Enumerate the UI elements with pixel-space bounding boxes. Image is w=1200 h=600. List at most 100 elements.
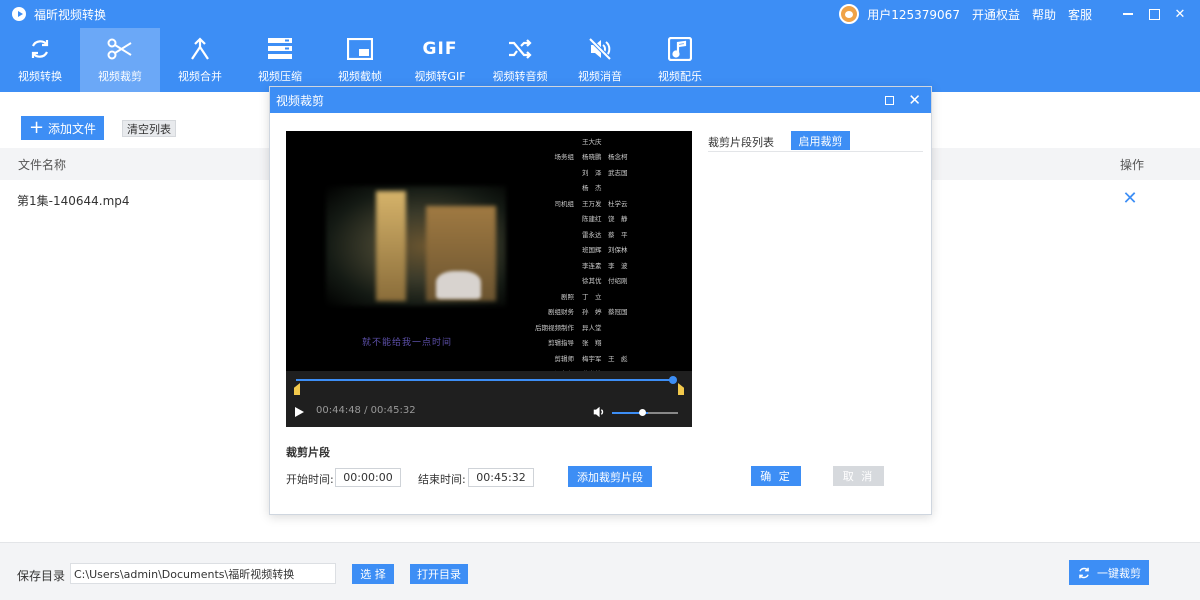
credit-row: 杨 杰 bbox=[534, 180, 684, 196]
dialog-maximize-icon[interactable] bbox=[885, 95, 895, 105]
end-time-field[interactable]: 00:45:32 bbox=[468, 468, 534, 487]
credit-row: 剧组财务孙 婷 蔡冠国 bbox=[534, 304, 684, 320]
footer-bar: 保存目录 选 择 打开目录 一键裁剪 bbox=[0, 542, 1200, 600]
credit-row: 后期视频制作 异人堂 bbox=[534, 319, 684, 335]
tool-video-gif[interactable]: GIF 视频转GIF bbox=[400, 28, 480, 92]
credit-row: 雷永达 蔡 平 bbox=[534, 226, 684, 242]
save-path-input[interactable] bbox=[70, 563, 336, 584]
credit-role: 司机组 bbox=[554, 199, 575, 208]
column-header-name: 文件名称 bbox=[18, 157, 67, 172]
plus-icon: + bbox=[28, 117, 45, 138]
video-cut-dialog: 视频裁剪 ✕ 就不能给我一点时间 王大庆 场务组 杨晓鹏 杨念柯刘 泽 武志国杨 杰… bbox=[269, 86, 932, 515]
credit-names: 张 翔 bbox=[582, 339, 602, 348]
enable-cut-button[interactable]: 启用裁剪 bbox=[791, 131, 850, 150]
scissors-icon bbox=[107, 36, 133, 62]
screen-icon bbox=[347, 36, 373, 62]
credit-names: 杨晓鹏 杨念柯 bbox=[582, 153, 628, 162]
one-key-cut-button[interactable]: 一键裁剪 bbox=[1069, 560, 1149, 585]
tool-video-compress[interactable]: 视频压缩 bbox=[240, 28, 320, 92]
add-segment-button[interactable]: 添加裁剪片段 bbox=[568, 466, 652, 487]
credit-names: 异人堂 bbox=[582, 323, 602, 332]
shuffle-icon bbox=[507, 36, 533, 62]
tool-video-merge[interactable]: 视频合并 bbox=[160, 28, 240, 92]
dialog-title: 视频裁剪 bbox=[276, 93, 325, 108]
play-icon[interactable] bbox=[295, 407, 304, 417]
progress-bar[interactable] bbox=[296, 379, 676, 381]
tool-video-frame[interactable]: 视频截帧 bbox=[320, 28, 400, 92]
choose-directory-button[interactable]: 选 择 bbox=[352, 564, 394, 584]
dialog-close-icon[interactable]: ✕ bbox=[908, 92, 921, 108]
credit-names: 陈建红 饶 静 bbox=[582, 215, 628, 224]
tool-video-music[interactable]: 视频配乐 bbox=[640, 28, 720, 92]
credit-row: 剪辑师 梅宇军 王 彪 bbox=[534, 350, 684, 366]
service-link[interactable]: 客服 bbox=[1068, 6, 1092, 23]
column-header-operation: 操作 bbox=[1120, 157, 1145, 172]
credit-names: 王万发 杜学云 bbox=[582, 199, 628, 208]
tool-video-convert[interactable]: 视频转换 bbox=[0, 28, 80, 92]
credit-role: 剪辑指导 bbox=[548, 339, 574, 348]
confirm-button[interactable]: 确 定 bbox=[751, 466, 801, 486]
segment-list-label: 裁剪片段列表 bbox=[708, 136, 774, 149]
mute-icon bbox=[587, 36, 613, 62]
credit-row: 王大庆 bbox=[534, 133, 684, 149]
credit-role: 剧组财务 bbox=[548, 308, 574, 317]
add-file-label: 添加文件 bbox=[48, 121, 97, 136]
clear-list-button[interactable]: 清空列表 bbox=[122, 120, 176, 137]
title-bar: 福昕视频转换 用户125379067 开通权益 帮助 客服 ✕ bbox=[0, 0, 1200, 28]
add-file-button[interactable]: + 添加文件 bbox=[21, 116, 104, 140]
save-directory-label: 保存目录 bbox=[17, 569, 66, 583]
tool-label: 视频配乐 bbox=[658, 70, 702, 83]
app-logo-icon bbox=[12, 7, 26, 21]
tool-label: 视频压缩 bbox=[258, 70, 302, 83]
maximize-icon[interactable] bbox=[1142, 7, 1166, 22]
start-time-field[interactable]: 00:00:00 bbox=[335, 468, 401, 487]
vip-link[interactable]: 开通权益 bbox=[972, 6, 1020, 23]
user-name[interactable]: 用户125379067 bbox=[867, 6, 960, 23]
volume-icon[interactable] bbox=[592, 405, 606, 419]
tool-video-audio[interactable]: 视频转音频 bbox=[480, 28, 560, 92]
video-player[interactable]: 就不能给我一点时间 王大庆 场务组 杨晓鹏 杨念柯刘 泽 武志国杨 杰司机组 王万发 … bbox=[286, 131, 692, 427]
credit-names: 孙 婷 蔡冠国 bbox=[582, 308, 628, 317]
credit-row: 班国辉 刘保林 bbox=[534, 242, 684, 258]
tool-label: 视频截帧 bbox=[338, 70, 382, 83]
cancel-button[interactable]: 取 消 bbox=[833, 466, 884, 486]
volume-knob[interactable] bbox=[639, 409, 646, 416]
trim-end-handle[interactable] bbox=[678, 383, 684, 395]
credit-names: 刘 泽 武志国 bbox=[582, 168, 628, 177]
credit-row: 剧照丁 立 bbox=[534, 288, 684, 304]
tool-label: 视频消音 bbox=[578, 70, 622, 83]
tool-video-cut[interactable]: 视频裁剪 bbox=[80, 28, 160, 92]
delete-icon[interactable]: ✕ bbox=[1122, 190, 1138, 208]
open-directory-button[interactable]: 打开目录 bbox=[410, 564, 468, 584]
music-icon bbox=[667, 36, 693, 62]
refresh-icon bbox=[27, 36, 53, 62]
video-frame-window bbox=[376, 191, 406, 301]
divider bbox=[708, 151, 923, 152]
one-key-cut-label: 一键裁剪 bbox=[1097, 566, 1141, 580]
progress-knob[interactable] bbox=[669, 376, 677, 384]
video-controls: 00:44:48 / 00:45:32 bbox=[286, 371, 692, 427]
tool-bar: 视频转换 视频裁剪 视频合并 视频压缩 视频截帧 GIF 视频转GIF 视频转音… bbox=[0, 28, 1200, 92]
merge-icon bbox=[187, 36, 213, 62]
help-link[interactable]: 帮助 bbox=[1032, 6, 1056, 23]
compress-icon bbox=[267, 36, 293, 62]
avatar[interactable] bbox=[839, 4, 860, 24]
credit-row: 场务组 杨晓鹏 杨念柯 bbox=[534, 149, 684, 165]
credit-row: 刘 泽 武志国 bbox=[534, 164, 684, 180]
dialog-title-bar: 视频裁剪 ✕ bbox=[270, 87, 931, 113]
tool-label: 视频转音频 bbox=[492, 70, 548, 83]
credit-names: 李连素 李 波 bbox=[582, 261, 628, 270]
trim-start-handle[interactable] bbox=[294, 383, 300, 395]
tool-video-mute[interactable]: 视频消音 bbox=[560, 28, 640, 92]
refresh-icon bbox=[1077, 566, 1091, 580]
close-icon[interactable]: ✕ bbox=[1168, 7, 1192, 22]
file-name: 第1集-140644.mp4 bbox=[17, 193, 130, 208]
credit-names: 班国辉 刘保林 bbox=[582, 246, 628, 255]
credit-row: 陈建红 饶 静 bbox=[534, 211, 684, 227]
tool-label: 视频裁剪 bbox=[98, 70, 142, 83]
end-time-label: 结束时间: bbox=[418, 473, 466, 486]
credit-role: 后期视频制作 bbox=[535, 323, 574, 332]
playback-time: 00:44:48 / 00:45:32 bbox=[316, 405, 416, 416]
minimize-icon[interactable] bbox=[1116, 7, 1140, 22]
credit-role: 场务组 bbox=[554, 153, 575, 162]
